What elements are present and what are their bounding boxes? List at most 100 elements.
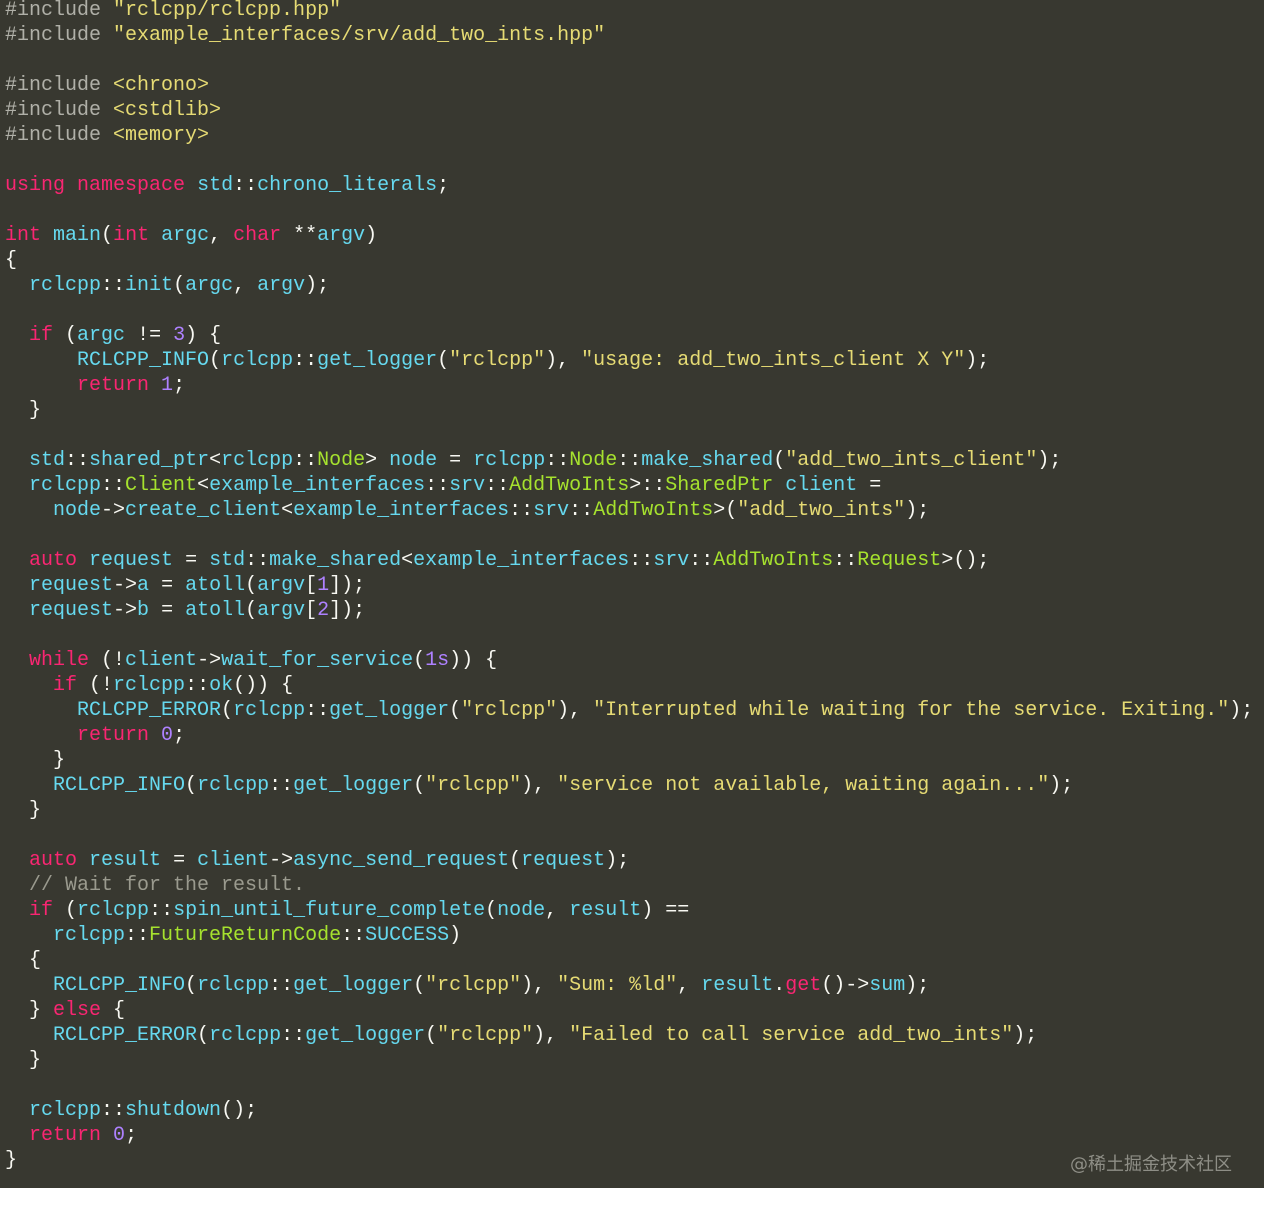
code-token-punctuation: (: [221, 699, 234, 722]
code-token-punctuation: >: [365, 449, 390, 472]
code-token-punctuation: [149, 724, 161, 747]
code-token-identifier: chrono_literals: [257, 174, 438, 197]
code-token-punctuation: [65, 174, 77, 197]
code-token-identifier: RCLCPP_ERROR: [77, 699, 222, 722]
code-token-punctuation: );: [1013, 1024, 1038, 1047]
code-token-punctuation: ::: [101, 474, 126, 497]
code-token-punctuation: ,: [209, 224, 234, 247]
code-line: return 1;: [5, 373, 1253, 398]
code-token-identifier: request: [521, 849, 606, 872]
code-token-identifier: argc: [77, 324, 126, 347]
code-token-keyword: get: [785, 974, 822, 997]
code-token-punctuation: =: [149, 574, 186, 597]
code-token-keyword: char: [233, 224, 282, 247]
code-token-punctuation: [5, 324, 29, 347]
code-token-punctuation: [5, 599, 29, 622]
code-token-punctuation: (: [245, 599, 258, 622]
code-token-punctuation: );: [965, 349, 990, 372]
code-token-punctuation: [5, 1124, 29, 1147]
code-token-punctuation: [5, 1024, 53, 1047]
code-token-punctuation: ->: [113, 574, 138, 597]
code-token-punctuation: [5, 674, 53, 697]
code-token-keyword: int: [5, 224, 42, 247]
code-token-identifier: client: [785, 474, 858, 497]
code-token-identifier: atoll: [185, 599, 246, 622]
code-token-punctuation: [: [305, 599, 318, 622]
code-token-punctuation: {: [5, 249, 18, 272]
code-token-punctuation: ;: [173, 374, 186, 397]
code-token-preprocessor: #include: [5, 124, 114, 147]
code-token-punctuation: (: [425, 1024, 438, 1047]
code-token-identifier: wait_for_service: [221, 649, 414, 672]
code-line: {: [5, 948, 1253, 973]
code-token-identifier: argv: [317, 224, 366, 247]
code-token-identifier: b: [137, 599, 150, 622]
code-token-punctuation: ->: [101, 499, 126, 522]
code-token-identifier: sum: [869, 974, 906, 997]
code-token-identifier: client: [125, 649, 198, 672]
code-token-punctuation: ::: [485, 474, 510, 497]
code-line: #include <chrono>: [5, 73, 1253, 98]
code-token-number-literal: 1s: [425, 649, 450, 672]
code-token-punctuation: [5, 449, 29, 472]
code-token-keyword: auto: [29, 549, 78, 572]
code-token-punctuation: (: [53, 324, 78, 347]
code-token-punctuation: ;: [125, 1124, 138, 1147]
code-token-preprocessor: #include: [5, 74, 114, 97]
code-token-identifier: argv: [257, 274, 306, 297]
code-token-identifier: SUCCESS: [365, 924, 450, 947]
code-token-identifier: client: [197, 849, 270, 872]
code-token-punctuation: [5, 899, 29, 922]
code-token-punctuation: );: [605, 849, 630, 872]
code-token-identifier: shutdown: [125, 1099, 222, 1122]
code-token-number-literal: 0: [161, 724, 174, 747]
code-token-identifier: example_interfaces: [413, 549, 630, 572]
code-line: if (argc != 3) {: [5, 323, 1253, 348]
code-token-punctuation: ::: [293, 349, 318, 372]
code-token-identifier: get_logger: [317, 349, 438, 372]
code-token-punctuation: [77, 849, 89, 872]
code-token-identifier: get_logger: [329, 699, 450, 722]
code-token-identifier: rclcpp: [77, 899, 150, 922]
code-token-identifier: make_shared: [641, 449, 774, 472]
code-line: #include <memory>: [5, 123, 1253, 148]
code-token-identifier: argc: [161, 224, 210, 247]
code-line: }: [5, 798, 1253, 823]
watermark: @稀土掘金技术社区: [1070, 1154, 1232, 1175]
code-token-identifier: async_send_request: [293, 849, 510, 872]
code-token-punctuation: =: [857, 474, 882, 497]
code-token-identifier: init: [125, 274, 174, 297]
code-token-punctuation: ::: [425, 474, 450, 497]
code-line: rclcpp::shutdown();: [5, 1098, 1253, 1123]
code-token-punctuation: [5, 549, 29, 572]
code-token-punctuation: =: [437, 449, 474, 472]
code-token-type-name: Client: [125, 474, 198, 497]
code-line: if (rclcpp::spin_until_future_complete(n…: [5, 898, 1253, 923]
code-token-punctuation: [5, 574, 29, 597]
code-token-preprocessor: #include: [5, 0, 114, 22]
code-token-identifier: rclcpp: [209, 1024, 282, 1047]
code-line: std::shared_ptr<rclcpp::Node> node = rcl…: [5, 448, 1253, 473]
code-token-punctuation: (: [53, 899, 78, 922]
code-token-punctuation: ();: [221, 1099, 258, 1122]
code-token-string-literal: <cstdlib>: [113, 99, 222, 122]
code-token-punctuation: (: [509, 849, 522, 872]
code-token-comment: // Wait for the result.: [29, 874, 306, 897]
code-token-punctuation: >::: [629, 474, 666, 497]
code-token-punctuation: <: [281, 499, 294, 522]
code-line: {: [5, 248, 1253, 273]
code-token-punctuation: );: [305, 274, 330, 297]
code-token-string-literal: "example_interfaces/srv/add_two_ints.hpp…: [113, 24, 606, 47]
code-line: node->create_client<example_interfaces::…: [5, 498, 1253, 523]
code-token-preprocessor: #include: [5, 24, 114, 47]
code-token-punctuation: ,: [545, 899, 570, 922]
code-token-identifier: result: [569, 899, 642, 922]
code-token-punctuation: ,: [233, 274, 258, 297]
code-token-punctuation: ) ==: [641, 899, 690, 922]
code-token-punctuation: (: [449, 699, 462, 722]
code-line: rclcpp::Client<example_interfaces::srv::…: [5, 473, 1253, 498]
code-token-punctuation: ;: [437, 174, 450, 197]
